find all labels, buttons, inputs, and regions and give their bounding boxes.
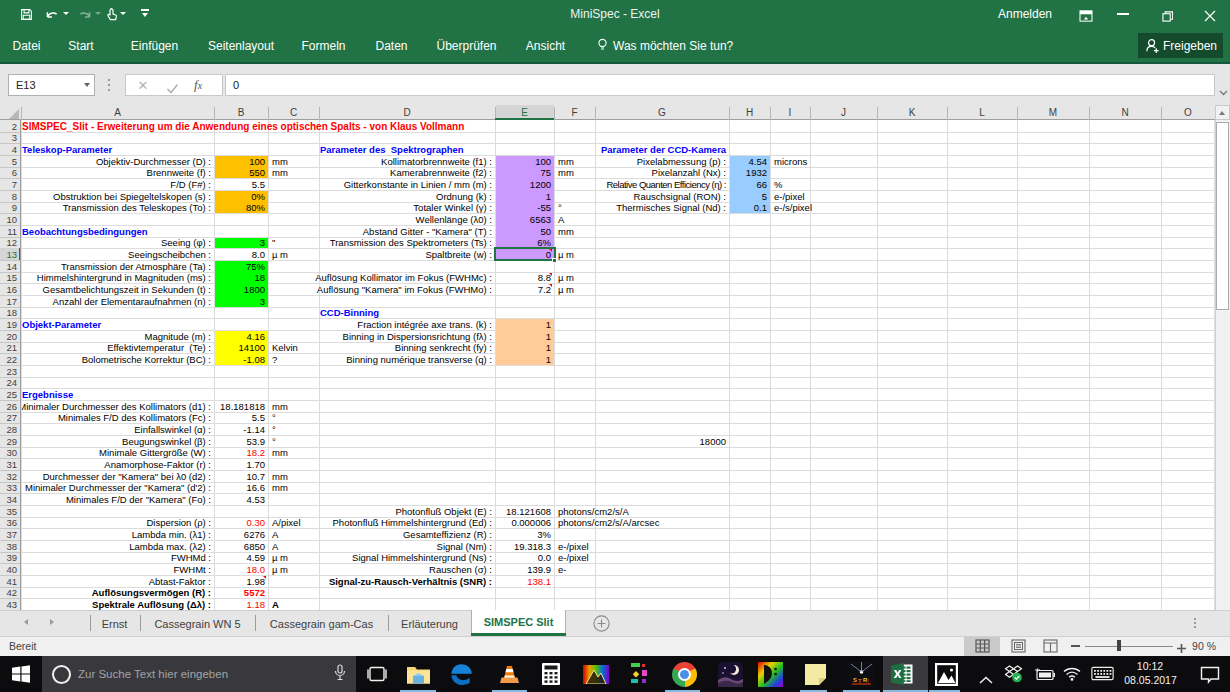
svg-text:S: S (853, 677, 857, 683)
